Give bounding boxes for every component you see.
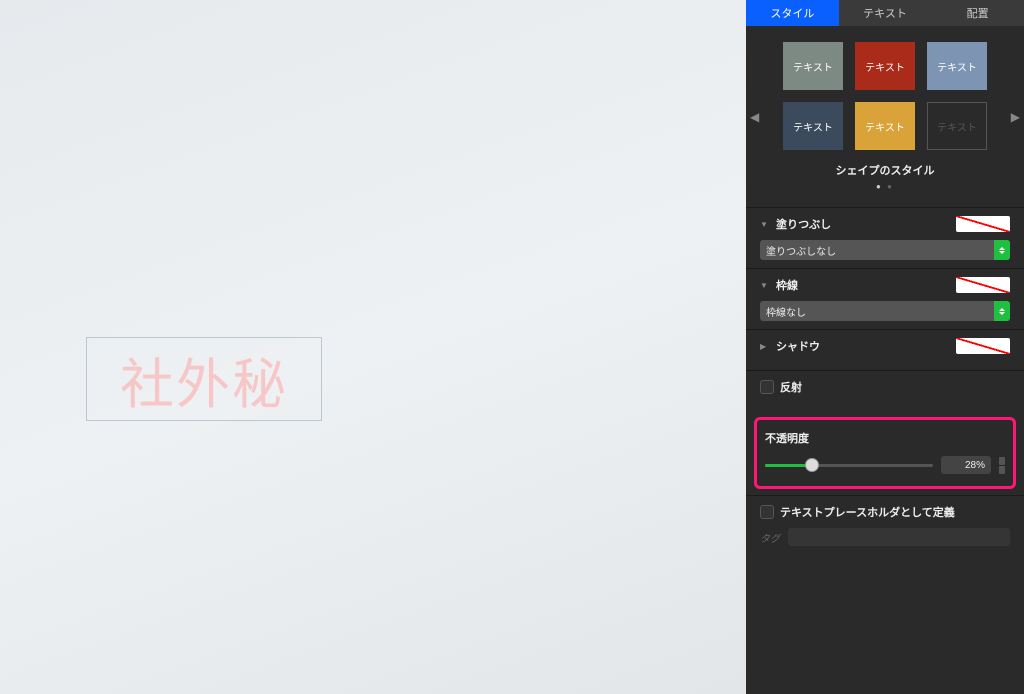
shadow-color-well[interactable] [956,338,1010,354]
border-label: 枠線 [776,277,950,293]
tab-text[interactable]: テキスト [839,0,932,26]
text-content: 社外秘 [120,340,288,419]
tab-arrange[interactable]: 配置 [931,0,1024,26]
shadow-label: シャドウ [776,338,950,354]
tag-label: タグ [760,530,780,545]
chevron-left-icon[interactable]: ◀ [750,110,759,124]
opacity-label: 不透明度 [765,430,1005,446]
fill-select[interactable]: 塗りつぶしなし [760,240,1010,260]
style-swatch[interactable]: テキスト [927,102,987,150]
border-color-well[interactable] [956,277,1010,293]
fill-color-well[interactable] [956,216,1010,232]
inspector-tabs: スタイル テキスト 配置 [746,0,1024,26]
placeholder-label: テキストプレースホルダとして定義 [780,504,1010,520]
fill-label: 塗りつぶし [776,216,950,232]
placeholder-section: テキストプレースホルダとして定義 タグ [746,495,1024,554]
style-swatch[interactable]: テキスト [783,42,843,90]
opacity-slider[interactable] [765,464,933,467]
opacity-section: 不透明度 28% [754,417,1016,489]
style-swatches: ◀ ▶ テキスト テキスト テキスト テキスト テキスト テキスト シェイプのス… [746,26,1024,207]
style-title: シェイプのスタイル [768,162,1002,178]
placeholder-checkbox[interactable] [760,505,774,519]
canvas[interactable]: 社外秘 [0,0,746,694]
disclosure-triangle-icon[interactable]: ▶ [760,342,770,351]
disclosure-triangle-icon[interactable]: ▼ [760,220,770,229]
style-swatch[interactable]: テキスト [855,42,915,90]
reflect-label: 反射 [780,379,1010,395]
border-select[interactable]: 枠線なし [760,301,1010,321]
style-swatch[interactable]: テキスト [855,102,915,150]
style-swatch[interactable]: テキスト [783,102,843,150]
text-object[interactable]: 社外秘 [86,337,322,421]
opacity-stepper[interactable] [999,457,1005,474]
reflect-section: 反射 [746,370,1024,411]
reflect-checkbox[interactable] [760,380,774,394]
style-swatch[interactable]: テキスト [927,42,987,90]
slider-thumb[interactable] [805,458,819,472]
chevron-right-icon[interactable]: ▶ [1011,110,1020,124]
fill-section: ▼ 塗りつぶし 塗りつぶしなし [746,207,1024,268]
opacity-value[interactable]: 28% [941,456,991,474]
shadow-section: ▶ シャドウ [746,329,1024,370]
tag-input[interactable] [788,528,1010,546]
border-section: ▼ 枠線 枠線なし [746,268,1024,329]
disclosure-triangle-icon[interactable]: ▼ [760,281,770,290]
inspector-panel: スタイル テキスト 配置 ◀ ▶ テキスト テキスト テキスト テキスト テキス… [746,0,1024,694]
page-dots[interactable]: ● ● [768,182,1002,191]
tab-style[interactable]: スタイル [746,0,839,26]
